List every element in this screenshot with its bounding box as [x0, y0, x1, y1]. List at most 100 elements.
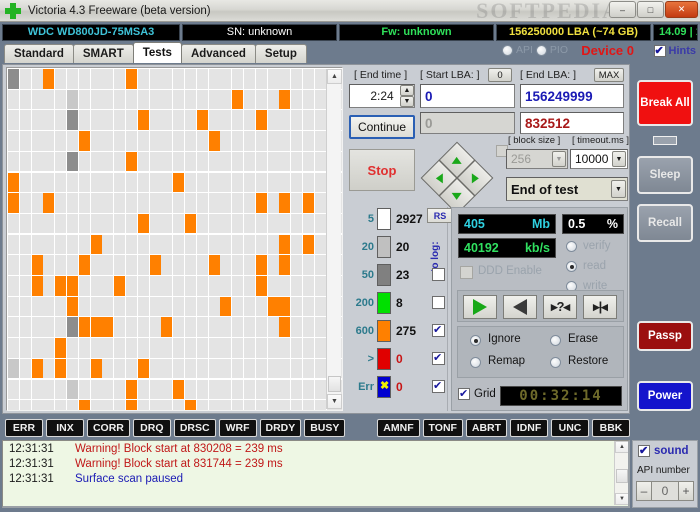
start-lba-zero-button[interactable]: 0: [488, 68, 512, 82]
surface-map-grid[interactable]: [8, 69, 342, 410]
map-block: [8, 193, 19, 213]
map-cell: [126, 358, 137, 379]
end-time-spin-up[interactable]: ▲: [400, 85, 414, 96]
api-number-stepper[interactable]: – 0 +: [636, 481, 694, 501]
legend-to-log-checkbox[interactable]: [432, 268, 445, 281]
grid-checkbox[interactable]: [458, 387, 470, 400]
sound-checkbox[interactable]: [638, 444, 650, 457]
maximize-icon[interactable]: □: [637, 1, 664, 18]
start-lba-input[interactable]: 0: [420, 84, 515, 108]
tab-smart[interactable]: SMART: [72, 44, 134, 63]
map-block: [78, 400, 90, 410]
play-forward-button[interactable]: [463, 295, 497, 319]
percent-unit: %: [606, 217, 618, 231]
end-action-select[interactable]: End of test: [506, 177, 628, 201]
remap-radio[interactable]: [470, 357, 481, 368]
tab-advanced[interactable]: Advanced: [180, 44, 256, 63]
ignore-radio[interactable]: [470, 335, 481, 346]
timeout-chevron-down-icon[interactable]: ▼: [612, 151, 626, 167]
legend-to-log-checkbox[interactable]: [432, 323, 445, 337]
map-cell: [196, 338, 208, 358]
end-time-spin-down[interactable]: ▼: [400, 96, 414, 107]
read-radio[interactable]: [566, 261, 577, 272]
api-radio[interactable]: [501, 44, 513, 56]
legend-to-log-checkbox[interactable]: [432, 379, 445, 393]
log-scrollbar-thumb[interactable]: [616, 469, 628, 483]
map-cell: [185, 317, 196, 337]
hints-toggle[interactable]: Hints: [653, 44, 696, 57]
random-seek-button[interactable]: ▸|◂: [583, 295, 617, 319]
tab-standard[interactable]: Standard: [4, 44, 74, 63]
map-block: [126, 400, 137, 410]
surface-map[interactable]: ▲ ▼: [6, 67, 343, 411]
break-all-button[interactable]: Break All: [637, 80, 693, 126]
ddd-enable-checkbox[interactable]: [460, 266, 473, 279]
map-cell: [220, 255, 232, 275]
map-cell: [208, 213, 220, 234]
map-cell: [90, 89, 102, 110]
pio-radio[interactable]: [535, 44, 547, 56]
map-block: [55, 276, 67, 296]
map-cell: [303, 400, 314, 410]
navigation-pad[interactable]: [420, 141, 494, 215]
erase-radio[interactable]: [550, 335, 561, 346]
map-scroll-up-icon[interactable]: ▲: [327, 69, 342, 84]
map-block: [67, 317, 78, 337]
end-lba-input[interactable]: 156249999: [520, 84, 624, 108]
map-block: [232, 89, 244, 110]
tab-setup[interactable]: Setup: [254, 44, 307, 63]
map-scrollbar[interactable]: ▲ ▼: [326, 69, 342, 409]
log-scroll-down-icon[interactable]: ▼: [615, 493, 628, 505]
map-cell: [196, 151, 208, 172]
map-cell: [208, 234, 220, 255]
block-size-chevron-down-icon[interactable]: ▼: [552, 151, 566, 167]
map-cell: [267, 338, 279, 358]
map-cell: [161, 234, 173, 255]
play-backward-button[interactable]: [503, 295, 537, 319]
log-scroll-up-icon[interactable]: ▲: [615, 441, 628, 453]
tab-tests[interactable]: Tests: [132, 42, 182, 63]
power-button[interactable]: Power: [637, 381, 693, 411]
map-scrollbar-thumb[interactable]: [328, 376, 341, 392]
map-cell: [43, 89, 55, 110]
rs-button[interactable]: RS: [427, 208, 453, 223]
map-cell: [161, 110, 173, 130]
map-block: [31, 255, 43, 275]
map-cell: [291, 400, 303, 410]
legend-to-log-checkbox[interactable]: [432, 351, 445, 365]
verify-radio[interactable]: [566, 241, 577, 252]
log-scrollbar[interactable]: ▲ ▼: [614, 441, 628, 505]
minimize-icon[interactable]: –: [609, 1, 636, 18]
end-action-chevron-down-icon[interactable]: ▼: [611, 180, 626, 198]
passport-button[interactable]: Passp: [637, 321, 693, 351]
map-cell: [291, 131, 303, 151]
sleep-button[interactable]: Sleep: [637, 156, 693, 194]
map-cell: [173, 317, 185, 337]
map-cell: [232, 255, 244, 275]
api-number-decrement[interactable]: –: [636, 481, 652, 501]
legend-to-log-checkbox[interactable]: [432, 296, 445, 309]
map-cell: [90, 131, 102, 151]
map-cell: [220, 69, 232, 89]
end-lba-max-button[interactable]: MAX: [594, 68, 624, 82]
close-icon[interactable]: ✕: [665, 1, 698, 18]
restore-radio[interactable]: [550, 357, 561, 368]
recall-button[interactable]: Recall: [637, 204, 693, 242]
api-number-increment[interactable]: +: [678, 481, 694, 501]
continue-button[interactable]: Continue: [349, 115, 415, 139]
stop-button[interactable]: Stop: [349, 149, 415, 191]
log-panel[interactable]: 12:31:31 Warning! Block start at 830208 =…: [2, 440, 630, 508]
map-cell: [208, 296, 220, 317]
defect-action-group: Ignore Erase Remap Restore: [457, 326, 624, 378]
map-cell: [279, 358, 291, 379]
map-block: [161, 317, 173, 337]
hints-checkbox[interactable]: [653, 44, 666, 57]
grid-toggle[interactable]: Grid: [458, 387, 496, 400]
map-cell: [244, 69, 255, 89]
map-block: [67, 151, 78, 172]
sound-toggle[interactable]: sound: [638, 444, 689, 457]
map-cell: [279, 213, 291, 234]
map-scroll-down-icon[interactable]: ▼: [327, 394, 342, 409]
map-cell: [255, 69, 267, 89]
butterfly-scan-button[interactable]: ▸?◂: [543, 295, 577, 319]
